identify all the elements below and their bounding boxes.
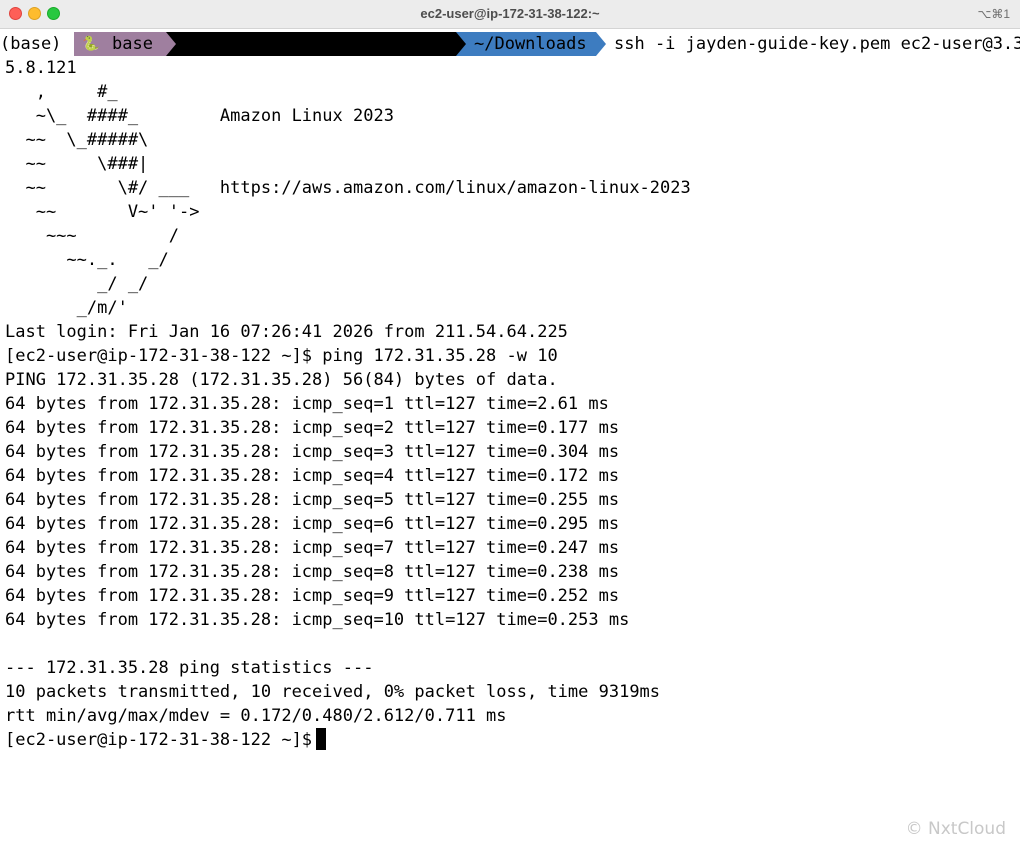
output-line: 5.8.121 [5,58,77,78]
output-line: 64 bytes from 172.31.35.28: icmp_seq=4 t… [5,466,620,486]
output-line: _/m/' [76,298,128,318]
env-segment: 🐍 base [74,32,166,56]
output-line: 64 bytes from 172.31.35.28: icmp_seq=7 t… [5,538,620,558]
output-line: 64 bytes from 172.31.35.28: icmp_seq=2 t… [5,418,620,438]
output-line: 10 packets transmitted, 10 received, 0% … [5,682,661,702]
prompt-bar: (base) 🐍 base ~/Downloads ssh -i jayden-… [0,32,1020,56]
output-line: ~~._. _/ [66,250,169,270]
output-line: ~\_ ####_ Amazon Linux 2023 [35,106,394,126]
output-line: PING 172.31.35.28 (172.31.35.28) 56(84) … [5,370,558,390]
output-line: 64 bytes from 172.31.35.28: icmp_seq=9 t… [5,586,620,606]
output-line: 64 bytes from 172.31.35.28: icmp_seq=3 t… [5,442,620,462]
output-line: _/ _/ [97,274,149,294]
title-bar[interactable]: ec2-user@ip-172-31-38-122:~ ⌥⌘1 [0,0,1020,29]
output-line: ~~~ / [45,226,179,246]
watermark: © NxtCloud [905,819,1006,839]
output-line: 64 bytes from 172.31.35.28: icmp_seq=6 t… [5,514,620,534]
snake-icon: 🐍 [82,36,100,52]
env-segment-label: base [112,34,153,54]
output-line: 64 bytes from 172.31.35.28: icmp_seq=5 t… [5,490,620,510]
conda-env-indicator: (base) [0,34,62,54]
output-line: ~~ \#/ ___ https://aws.amazon.com/linux/… [25,178,691,198]
directory-segment-arrow [596,32,606,56]
window-title: ec2-user@ip-172-31-38-122:~ [420,6,600,21]
output-line: ~~ \###| [25,154,149,174]
prompt-spacer-segment [166,32,456,56]
ssh-command: ssh -i jayden-guide-key.pem ec2-user@3.3 [614,34,1020,54]
output-line: 64 bytes from 172.31.35.28: icmp_seq=10 … [5,610,630,630]
terminal-content[interactable]: (base) 🐍 base ~/Downloads ssh -i jayden-… [0,29,1020,849]
terminal-output: 5.8.121 , #_ ~\_ ####_ Amazon Linux 2023… [5,56,691,752]
output-line: , #_ [35,82,118,102]
output-line: 64 bytes from 172.31.35.28: icmp_seq=1 t… [5,394,609,414]
current-prompt: [ec2-user@ip-172-31-38-122 ~]$ [5,730,313,750]
directory-segment: ~/Downloads [456,32,596,56]
output-line: Last login: Fri Jan 16 07:26:41 2026 fro… [5,322,568,342]
text-cursor [316,728,327,750]
output-line: [ec2-user@ip-172-31-38-122 ~]$ ping 172.… [5,346,558,366]
output-line: ~~ V~' '-> [35,202,200,222]
output-line: ~~ \_#####\ [25,130,149,150]
output-lines: 5.8.121 , #_ ~\_ ####_ Amazon Linux 2023… [5,58,691,726]
env-segment-arrow [166,32,176,56]
directory-label: ~/Downloads [474,34,587,54]
output-line: --- 172.31.35.28 ping statistics --- [5,658,374,678]
terminal-window: ec2-user@ip-172-31-38-122:~ ⌥⌘1 (base) 🐍… [0,0,1020,849]
directory-segment-arrow-in [456,32,466,56]
output-line: rtt min/avg/max/mdev = 0.172/0.480/2.612… [5,706,507,726]
output-line: 64 bytes from 172.31.35.28: icmp_seq=8 t… [5,562,620,582]
tab-shortcut-label: ⌥⌘1 [977,7,1010,21]
